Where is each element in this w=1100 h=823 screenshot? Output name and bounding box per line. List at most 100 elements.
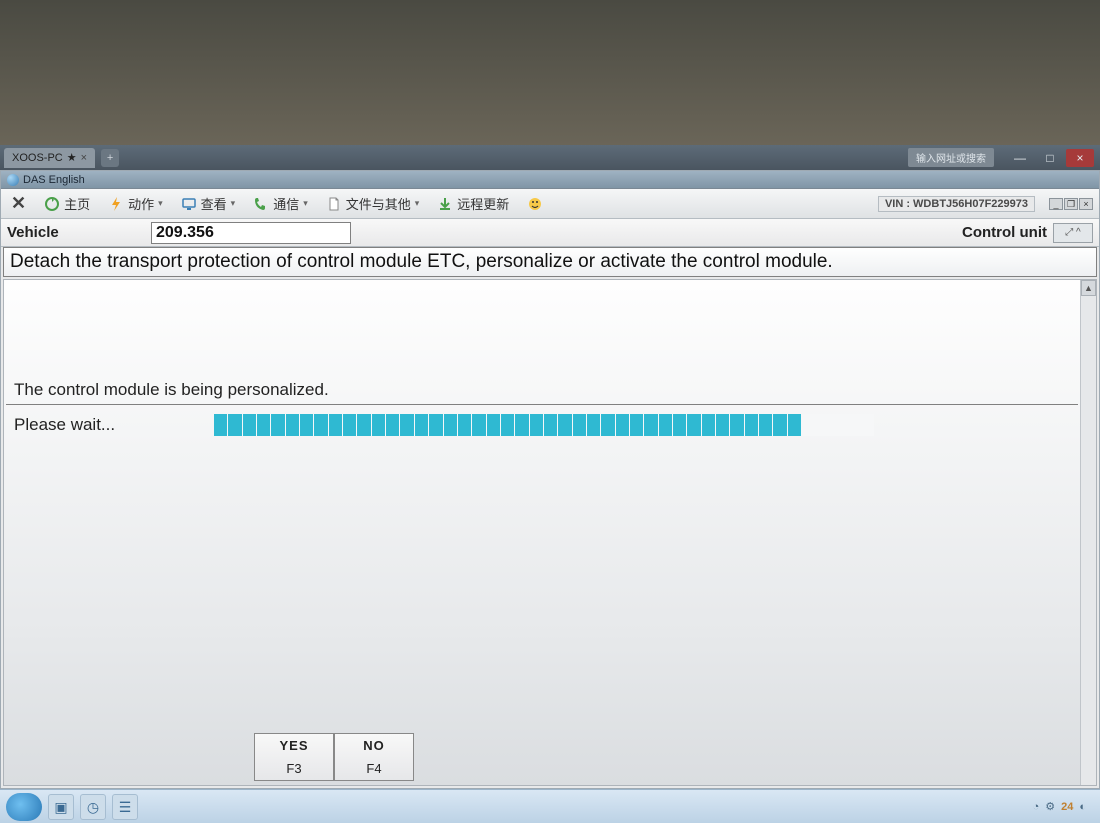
progress-segment — [458, 414, 471, 436]
no-label: NO — [363, 738, 385, 753]
tray-icon-3[interactable]: ◐ — [1079, 801, 1086, 813]
app-title: DAS English — [23, 174, 85, 186]
vin-display: VIN : WDBTJ56H07F229973 — [878, 196, 1035, 212]
control-unit-label: Control unit — [962, 224, 1053, 241]
inner-window-controls: _ ❐ × — [1049, 198, 1093, 210]
chevron-down-icon: ▾ — [415, 198, 420, 209]
vehicle-info-row: Vehicle 209.356 Control unit ⤢ ^ — [1, 219, 1099, 247]
progress-segment — [859, 414, 872, 436]
vertical-scrollbar[interactable]: ▲ — [1080, 280, 1096, 785]
yes-button[interactable]: YES F3 — [254, 733, 334, 781]
progress-segment — [271, 414, 284, 436]
progress-segment — [214, 414, 227, 436]
progress-segment — [372, 414, 385, 436]
tray-icon-1[interactable]: ◔ — [1033, 801, 1040, 813]
progress-segment — [845, 414, 858, 436]
das-app-window: DAS English ✕ 主页 动作 ▾ — [0, 170, 1100, 789]
progress-segment — [515, 414, 528, 436]
monitor-icon — [181, 196, 197, 212]
toolbar-action-button[interactable]: 动作 ▾ — [104, 192, 167, 215]
toolbar-remote-label: 远程更新 — [457, 194, 509, 213]
function-key-row: YES F3 NO F4 — [254, 733, 414, 781]
toolbar-smile-button[interactable] — [523, 194, 547, 214]
toolbar-files-button[interactable]: 文件与其他 ▾ — [322, 192, 424, 215]
window-maximize-button[interactable]: □ — [1036, 149, 1064, 167]
progress-segment — [257, 414, 270, 436]
progress-segment — [644, 414, 657, 436]
file-icon — [326, 196, 342, 212]
toolbar-files-label: 文件与其他 — [346, 194, 411, 213]
taskbar-app-1[interactable]: ▣ — [48, 794, 74, 820]
new-tab-button[interactable]: + — [101, 149, 119, 167]
chevron-down-icon: ▾ — [303, 198, 308, 209]
refresh-icon — [44, 196, 60, 212]
progress-segment — [730, 414, 743, 436]
progress-segment — [687, 414, 700, 436]
bolt-icon — [108, 196, 124, 212]
yes-label: YES — [279, 738, 308, 753]
tray-number: 24 — [1061, 801, 1073, 813]
toolbar-close-button[interactable]: ✕ — [7, 191, 30, 216]
progress-segment — [487, 414, 500, 436]
progress-segment — [802, 414, 815, 436]
toolbar-comm-label: 通信 — [273, 194, 299, 213]
tray-icon-2[interactable]: ⚙ — [1045, 800, 1055, 813]
globe-icon — [7, 174, 19, 186]
screen-root: XOOS-PC ★ × + 输入网址或搜索 — □ × DAS English … — [0, 0, 1100, 823]
progress-segment — [630, 414, 643, 436]
taskbar-app-3[interactable]: ☰ — [112, 794, 138, 820]
taskbar-app-2[interactable]: ◷ — [80, 794, 106, 820]
start-button[interactable] — [6, 793, 42, 821]
progress-segment — [558, 414, 571, 436]
inner-minimize-button[interactable]: _ — [1049, 198, 1063, 210]
progress-segment — [386, 414, 399, 436]
toolbar-comm-button[interactable]: 通信 ▾ — [249, 192, 312, 215]
progress-segment — [300, 414, 313, 436]
progress-segment — [544, 414, 557, 436]
inner-restore-button[interactable]: ❐ — [1064, 198, 1078, 210]
progress-segment — [702, 414, 715, 436]
progress-segment — [616, 414, 629, 436]
browser-tab-strip: XOOS-PC ★ × + 输入网址或搜索 — □ × — [0, 145, 1100, 170]
toolbar-home-label: 主页 — [64, 194, 90, 213]
address-hint[interactable]: 输入网址或搜索 — [908, 148, 994, 167]
control-unit-expand-button[interactable]: ⤢ ^ — [1053, 223, 1093, 243]
close-x-icon: ✕ — [11, 193, 26, 214]
download-icon — [437, 196, 453, 212]
tab-close-icon[interactable]: × — [81, 152, 87, 164]
progress-row: Please wait... — [14, 412, 1076, 438]
system-tray[interactable]: ◔ ⚙ 24 ◐ — [1033, 800, 1094, 813]
vehicle-label: Vehicle — [1, 224, 151, 241]
toolbar-view-button[interactable]: 查看 ▾ — [177, 192, 240, 215]
progress-segment — [286, 414, 299, 436]
browser-tab[interactable]: XOOS-PC ★ × — [4, 148, 95, 168]
divider-line — [6, 404, 1078, 405]
progress-segment — [831, 414, 844, 436]
window-minimize-button[interactable]: — — [1006, 149, 1034, 167]
main-content-panel: ▲ The control module is being personaliz… — [3, 279, 1097, 786]
progress-segment — [745, 414, 758, 436]
chevron-down-icon: ▾ — [231, 198, 236, 209]
progress-segment — [243, 414, 256, 436]
scroll-up-button[interactable]: ▲ — [1081, 280, 1096, 296]
star-icon[interactable]: ★ — [67, 151, 77, 164]
toolbar-home-button[interactable]: 主页 — [40, 192, 94, 215]
progress-bar — [214, 414, 874, 436]
progress-segment — [472, 414, 485, 436]
progress-segment — [329, 414, 342, 436]
progress-segment — [659, 414, 672, 436]
progress-segment — [716, 414, 729, 436]
no-button[interactable]: NO F4 — [334, 733, 414, 781]
progress-segment — [759, 414, 772, 436]
progress-segment — [444, 414, 457, 436]
toolbar-remote-button[interactable]: 远程更新 — [433, 192, 513, 215]
yes-key-label: F3 — [286, 761, 301, 776]
progress-segment — [429, 414, 442, 436]
photo-background — [0, 0, 1100, 145]
inner-close-button[interactable]: × — [1079, 198, 1093, 210]
app-titlebar: DAS English — [1, 171, 1099, 189]
wait-label: Please wait... — [14, 415, 214, 435]
progress-segment — [573, 414, 586, 436]
window-close-button[interactable]: × — [1066, 149, 1094, 167]
tab-label: XOOS-PC — [12, 152, 63, 164]
